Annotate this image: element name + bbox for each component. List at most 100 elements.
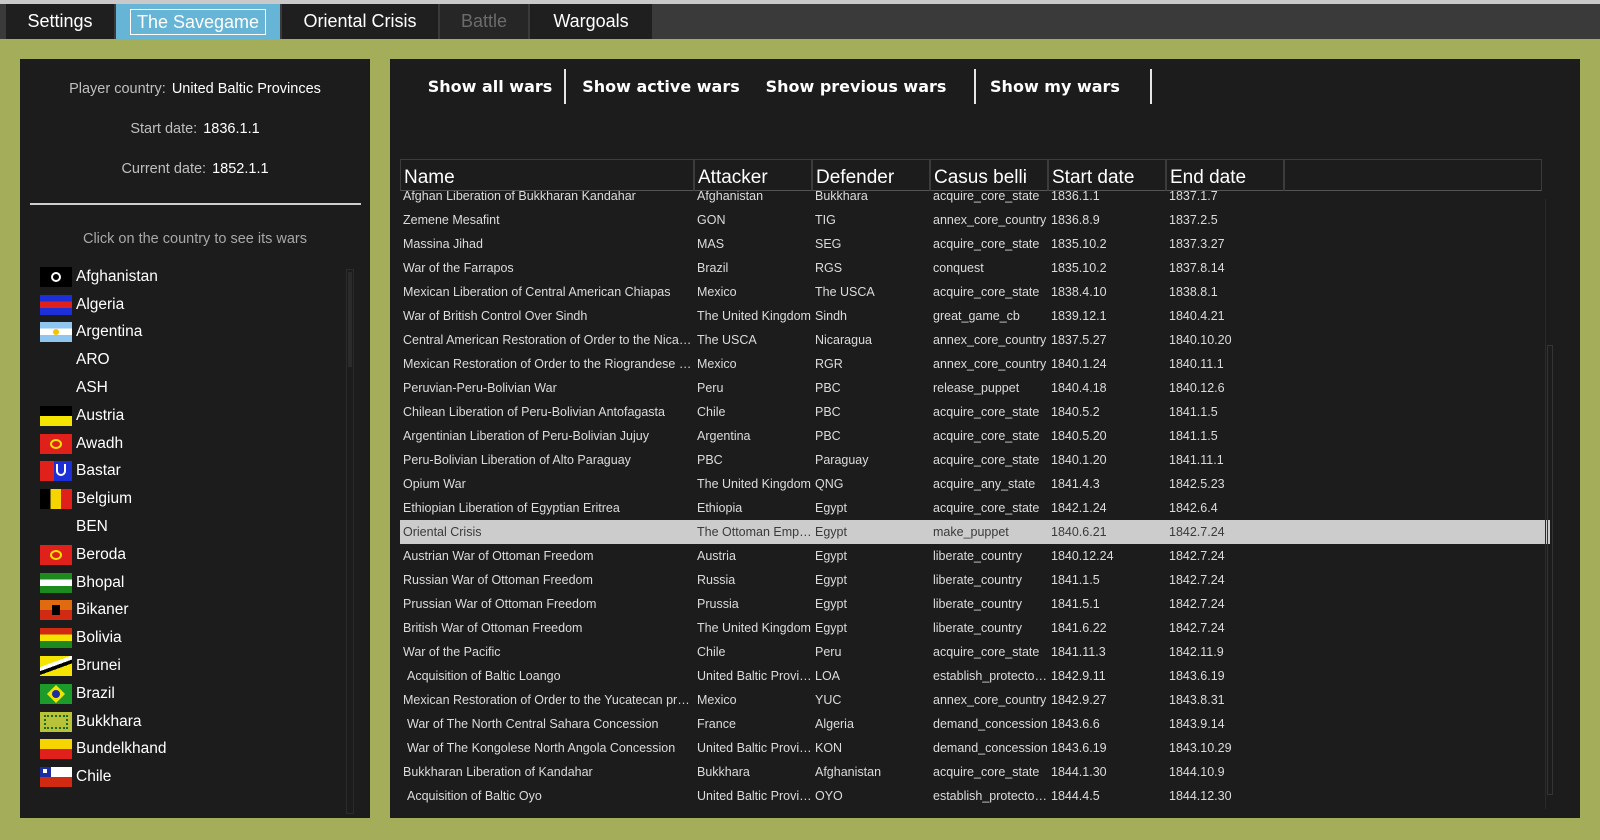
country-item[interactable]: Bastar xyxy=(40,458,340,486)
country-list-scrollbar[interactable] xyxy=(346,269,354,814)
cell-defender: LOA xyxy=(815,669,841,683)
war-row[interactable]: British War of Ottoman Freedom The United… xyxy=(400,616,1550,640)
cell-start-date: 1840.6.21 xyxy=(1051,525,1107,539)
country-item[interactable]: Awadh xyxy=(40,430,340,458)
country-item[interactable]: Beroda xyxy=(40,541,340,569)
cell-defender: PBC xyxy=(815,381,841,395)
war-row[interactable]: Oriental Crisis The Ottoman Empire Egypt ma… xyxy=(400,520,1550,544)
column-header-casus-belli[interactable]: Casus belli xyxy=(930,159,1048,191)
column-header-name[interactable]: Name xyxy=(400,159,694,191)
cell-casus-belli: annex_core_country xyxy=(933,357,1047,371)
cell-war-name: Mexican Liberation of Central American C… xyxy=(403,285,671,299)
cell-attacker: Mexico xyxy=(697,285,737,299)
war-row[interactable]: War of British Control Over Sindh The Uni… xyxy=(400,304,1550,328)
country-list[interactable]: Afghanistan Algeria Argentina ARO ASH Austria… xyxy=(40,263,340,818)
show-previous-wars-button[interactable]: Show previous wars xyxy=(758,69,954,105)
cell-start-date: 1837.5.27 xyxy=(1051,333,1107,347)
war-row[interactable]: Afghan Liberation of Bukkharan Kandahar A… xyxy=(400,191,1550,208)
war-row[interactable]: Mexican Restoration of Order to the Yuca… xyxy=(400,688,1550,712)
cell-casus-belli: conquest xyxy=(933,261,984,275)
cell-attacker: PBC xyxy=(697,453,723,467)
cell-war-name: Opium War xyxy=(403,477,466,491)
country-item[interactable]: Chile xyxy=(40,763,340,791)
war-row[interactable]: Bukkharan Liberation of Kandahar Bukkhara… xyxy=(400,760,1550,784)
war-row[interactable]: Opium War The United Kingdom QNG acquire_an… xyxy=(400,472,1550,496)
cell-war-name: Acquisition of Baltic Loango xyxy=(407,669,561,683)
war-row[interactable]: Zemene Mesafint GON TIG annex_core_country 1… xyxy=(400,208,1550,232)
war-row[interactable]: Austrian War of Ottoman Freedom Austria Eg… xyxy=(400,544,1550,568)
cell-attacker: Brazil xyxy=(697,261,729,275)
war-row[interactable]: Prussian War of Ottoman Freedom Prussia Eg… xyxy=(400,592,1550,616)
war-row[interactable]: Acquisition of Baltic Loango United Balti… xyxy=(400,664,1550,688)
info-divider xyxy=(30,203,361,205)
show-active-wars-button[interactable]: Show active wars xyxy=(576,69,746,105)
cell-end-date: 1843.9.14 xyxy=(1169,717,1225,731)
show-my-wars-button[interactable]: Show my wars xyxy=(980,69,1130,105)
flag-icon xyxy=(40,656,72,677)
country-item[interactable]: Bhopal xyxy=(40,569,340,597)
flag-icon xyxy=(40,544,72,565)
column-header-end-date[interactable]: End date xyxy=(1166,159,1284,191)
show-all-wars-button[interactable]: Show all wars xyxy=(410,69,570,105)
war-row[interactable]: Massina Jihad MAS SEG acquire_core_state 183… xyxy=(400,232,1550,256)
cell-start-date: 1844.4.5 xyxy=(1051,789,1100,803)
cell-end-date: 1843.6.19 xyxy=(1169,669,1225,683)
cell-defender: Egypt xyxy=(815,549,847,563)
war-row[interactable]: War of the Farrapos Brazil RGS conquest 1835… xyxy=(400,256,1550,280)
column-header-attacker[interactable]: Attacker xyxy=(694,159,812,191)
tab-wargoals[interactable]: Wargoals xyxy=(530,4,652,39)
country-item[interactable]: Bukkhara xyxy=(40,708,340,736)
tab-settings[interactable]: Settings xyxy=(6,4,114,39)
war-row[interactable]: Peruvian-Peru-Bolivian War Peru PBC release… xyxy=(400,376,1550,400)
country-item[interactable]: Brunei xyxy=(40,652,340,680)
country-item[interactable]: BEN xyxy=(40,513,340,541)
cell-defender: Bukkhara xyxy=(815,191,868,203)
cell-casus-belli: demand_concession xyxy=(933,741,1048,755)
column-header-defender[interactable]: Defender xyxy=(812,159,930,191)
war-row[interactable]: Chilean Liberation of Peru-Bolivian Anto… xyxy=(400,400,1550,424)
war-row[interactable]: War of The Kongolese North Angola Conces… xyxy=(400,736,1550,760)
cell-attacker: United Baltic Provinces xyxy=(697,741,812,755)
war-row[interactable]: Mexican Restoration of Order to the Riog… xyxy=(400,352,1550,376)
cell-end-date: 1842.7.24 xyxy=(1169,525,1225,539)
cell-defender: Sindh xyxy=(815,309,847,323)
war-row[interactable]: Mexican Liberation of Central American C… xyxy=(400,280,1550,304)
cell-attacker: The United Kingdom xyxy=(697,477,811,491)
country-name: Brunei xyxy=(76,657,121,675)
cell-end-date: 1844.10.9 xyxy=(1169,765,1225,779)
column-header-start-date[interactable]: Start date xyxy=(1048,159,1166,191)
war-row[interactable]: Russian War of Ottoman Freedom Russia Egyp… xyxy=(400,568,1550,592)
wars-table-scroll-thumb[interactable] xyxy=(1547,345,1553,795)
country-item[interactable]: Bolivia xyxy=(40,624,340,652)
cell-start-date: 1841.5.1 xyxy=(1051,597,1100,611)
tab-oriental-crisis[interactable]: Oriental Crisis xyxy=(282,4,438,39)
country-item[interactable]: Bundelkhand xyxy=(40,736,340,764)
cell-end-date: 1842.11.9 xyxy=(1169,645,1224,659)
tab-the-savegame[interactable]: The Savegame xyxy=(116,4,280,39)
country-item[interactable]: ASH xyxy=(40,374,340,402)
country-item[interactable]: Afghanistan xyxy=(40,263,340,291)
war-row[interactable]: Ethiopian Liberation of Egyptian Eritrea… xyxy=(400,496,1550,520)
country-item[interactable]: ARO xyxy=(40,346,340,374)
war-row[interactable]: War of the Pacific Chile Peru acquire_core_… xyxy=(400,640,1550,664)
cell-war-name: Chilean Liberation of Peru-Bolivian Anto… xyxy=(403,405,665,419)
war-row[interactable]: Peru-Bolivian Liberation of Alto Paragua… xyxy=(400,448,1550,472)
country-item[interactable]: Bikaner xyxy=(40,597,340,625)
cell-attacker: Afghanistan xyxy=(697,191,764,203)
war-row[interactable]: War of The North Central Sahara Concessi… xyxy=(400,712,1550,736)
country-item[interactable]: Algeria xyxy=(40,291,340,319)
tab-battle[interactable]: Battle xyxy=(440,4,528,39)
country-list-scroll-thumb[interactable] xyxy=(348,272,352,367)
country-name: Bastar xyxy=(76,462,121,480)
war-row[interactable]: Argentinian Liberation of Peru-Bolivian … xyxy=(400,424,1550,448)
country-item[interactable]: Austria xyxy=(40,402,340,430)
country-item[interactable]: Brazil xyxy=(40,680,340,708)
country-item[interactable]: Argentina xyxy=(40,319,340,347)
country-item[interactable]: Belgium xyxy=(40,485,340,513)
cell-defender: Peru xyxy=(815,645,842,659)
war-row[interactable]: Acquisition of Baltic Oyo United Baltic P… xyxy=(400,784,1550,808)
cell-end-date: 1842.6.4 xyxy=(1169,501,1218,515)
wars-table-scrollbar[interactable] xyxy=(1545,199,1554,809)
country-panel: Player country: United Baltic Provinces S… xyxy=(20,59,370,818)
war-row[interactable]: Central American Restoration of Order to… xyxy=(400,328,1550,352)
